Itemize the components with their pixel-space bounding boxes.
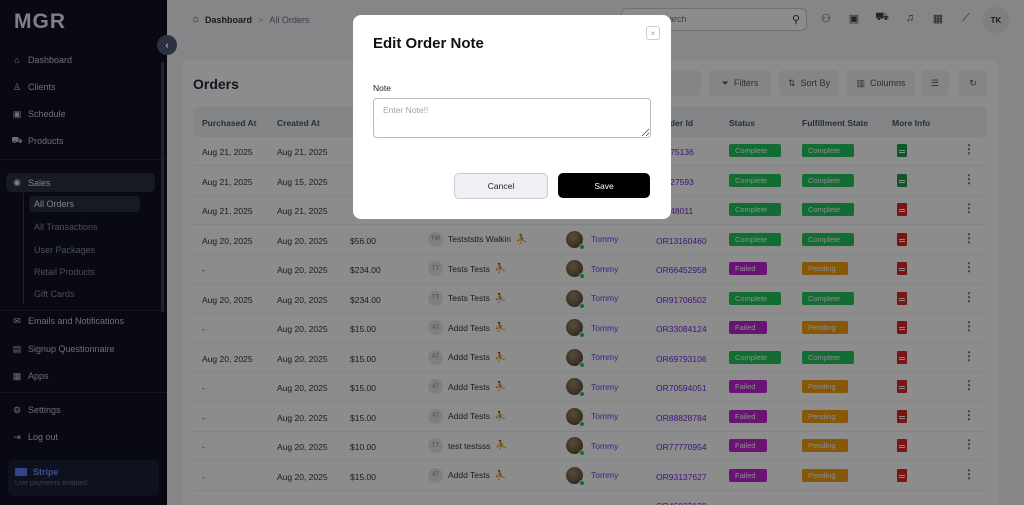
note-label: Note [373,83,391,93]
cancel-button[interactable]: Cancel [454,173,548,199]
save-button[interactable]: Save [558,173,650,198]
sidebar-collapse-button[interactable]: ‹ [157,35,177,55]
note-textarea[interactable] [373,98,651,138]
edit-order-note-modal: Edit Order Note × Note Cancel Save [353,15,671,219]
chevron-left-icon: ‹ [165,40,169,50]
modal-title: Edit Order Note [373,35,484,52]
close-icon[interactable]: × [646,26,660,40]
